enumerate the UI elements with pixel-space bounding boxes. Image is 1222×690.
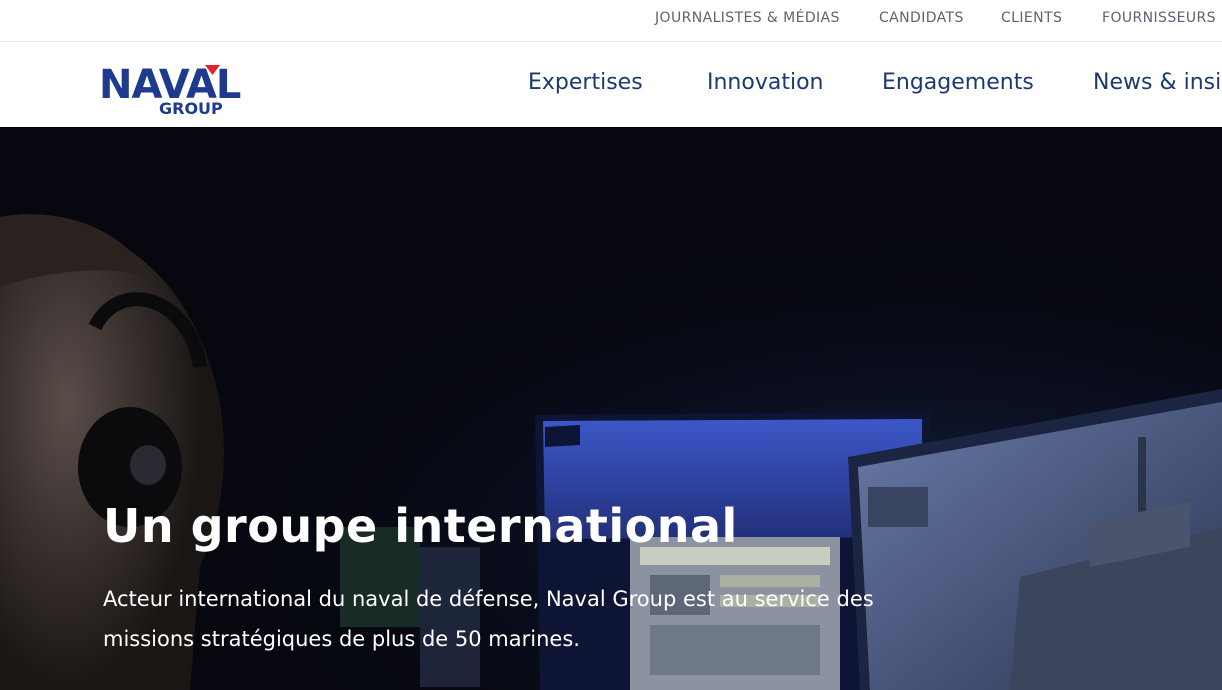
nav-expertises[interactable]: Expertises [528, 70, 643, 95]
hero-description: Acteur international du naval de défense… [103, 587, 874, 651]
nav-news-insights[interactable]: News & insig [1093, 70, 1222, 95]
main-header: NAVAL GROUP Expertises Innovation Engage… [0, 43, 1222, 127]
hero-title: Un groupe international [103, 499, 738, 553]
utility-link-journalistes[interactable]: JOURNALISTES & MÉDIAS [655, 10, 840, 26]
naval-group-logo[interactable]: NAVAL GROUP [99, 62, 299, 118]
nav-innovation[interactable]: Innovation [707, 70, 823, 95]
utility-link-candidats[interactable]: CANDIDATS [879, 10, 964, 26]
utility-link-clients[interactable]: CLIENTS [1001, 10, 1062, 26]
logo-sub-text: GROUP [159, 99, 223, 118]
utility-bar: JOURNALISTES & MÉDIAS CANDIDATS CLIENTS … [0, 0, 1222, 42]
nav-engagements[interactable]: Engagements [882, 70, 1034, 95]
utility-link-fournisseurs[interactable]: FOURNISSEURS [1102, 10, 1216, 26]
logo-mark: NAVAL GROUP [99, 62, 242, 118]
hero-banner: Un groupe international Acteur internati… [0, 127, 1222, 690]
